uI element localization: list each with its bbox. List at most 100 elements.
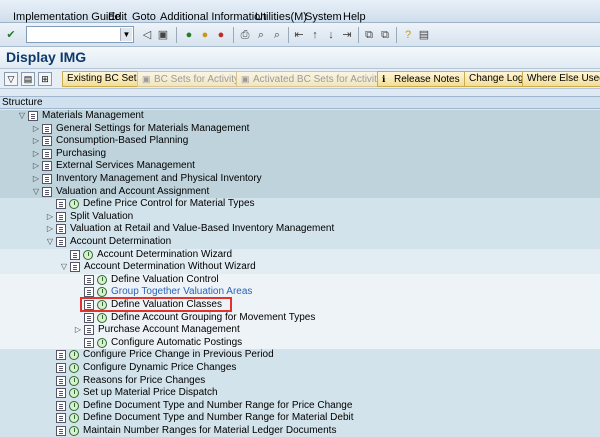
first-page-icon[interactable]: ⇤: [292, 28, 306, 42]
documentation-icon[interactable]: [84, 274, 94, 285]
tree-node-label[interactable]: Split Valuation: [70, 211, 133, 223]
documentation-icon[interactable]: [42, 136, 52, 147]
documentation-icon[interactable]: ▤: [21, 72, 35, 86]
help-icon[interactable]: ?: [401, 28, 415, 42]
tree-node[interactable]: Define Account Grouping for Movement Typ…: [0, 311, 600, 325]
cancel-icon[interactable]: ●: [214, 28, 228, 42]
documentation-icon[interactable]: [42, 123, 52, 134]
tree-node[interactable]: ▽ Account Determination Without Wizard: [0, 261, 600, 274]
documentation-icon[interactable]: [42, 148, 52, 159]
tree-node-label[interactable]: Valuation and Account Assignment: [56, 186, 209, 198]
documentation-icon[interactable]: [84, 312, 94, 323]
enter-checkmark-icon[interactable]: ✔: [4, 28, 18, 42]
tree-node-label[interactable]: Define Document Type and Number Range fo…: [83, 400, 352, 412]
expand-icon[interactable]: ▷: [74, 324, 82, 336]
tree-node-label[interactable]: Define Document Type and Number Range fo…: [83, 412, 354, 424]
menu-help[interactable]: Help: [343, 11, 366, 23]
execute-clock-icon[interactable]: [69, 375, 79, 386]
tree-node[interactable]: ▷ Purchasing: [0, 147, 600, 161]
where-else-used-button[interactable]: Where Else Used: [522, 71, 600, 87]
menu-implementation-guide[interactable]: Implementation Guide: [13, 11, 121, 23]
tree-node-label[interactable]: Maintain Number Ranges for Material Ledg…: [83, 425, 336, 437]
tree-node-label[interactable]: Account Determination Wizard: [97, 249, 232, 261]
tree-node-label[interactable]: Configure Dynamic Price Changes: [83, 362, 236, 374]
tree-node[interactable]: Configure Price Change in Previous Perio…: [0, 349, 600, 362]
back-arrow-icon[interactable]: ◁: [140, 28, 154, 42]
tree-node-label[interactable]: Consumption-Based Planning: [56, 135, 188, 147]
exit-icon[interactable]: ●: [198, 28, 212, 42]
execute-clock-icon[interactable]: [69, 400, 79, 411]
documentation-icon[interactable]: [56, 375, 66, 386]
documentation-icon[interactable]: [56, 211, 66, 222]
tree-node-label[interactable]: Purchase Account Management: [98, 324, 240, 336]
expand-icon[interactable]: ▷: [32, 160, 40, 172]
expand-icon[interactable]: ▷: [32, 148, 40, 160]
documentation-icon[interactable]: [56, 199, 66, 210]
execute-clock-icon[interactable]: [83, 249, 93, 260]
tree-node[interactable]: ▷ Consumption-Based Planning: [0, 135, 600, 148]
documentation-icon[interactable]: [56, 224, 66, 235]
tree-node-label[interactable]: General Settings for Materials Managemen…: [56, 123, 249, 135]
tree-node[interactable]: ▷ External Services Management: [0, 160, 600, 173]
menu-utilities[interactable]: Utilities(M): [255, 11, 307, 23]
tree-node[interactable]: ▷ Valuation at Retail and Value-Based Inv…: [0, 223, 600, 236]
execute-clock-icon[interactable]: [69, 199, 79, 210]
menu-edit[interactable]: Edit: [108, 11, 127, 23]
tree-node[interactable]: Set up Material Price Dispatch: [0, 387, 600, 400]
documentation-icon[interactable]: [42, 174, 52, 184]
menu-additional-information[interactable]: Additional Information: [160, 11, 266, 23]
tree-node-label[interactable]: Define Price Control for Material Types: [83, 198, 255, 210]
documentation-icon[interactable]: [56, 350, 66, 361]
find-icon[interactable]: ⌕: [254, 28, 268, 42]
release-notes-button[interactable]: ℹ Release Notes: [377, 71, 465, 87]
documentation-icon[interactable]: [56, 237, 66, 247]
tree-node[interactable]: Configure Automatic Postings: [0, 336, 600, 350]
find-next-icon[interactable]: ⌕: [270, 28, 284, 42]
tree-node[interactable]: ▽ Valuation and Account Assignment: [0, 185, 600, 199]
collapse-icon[interactable]: ▽: [32, 186, 40, 198]
tree-node-label[interactable]: Define Account Grouping for Movement Typ…: [111, 312, 315, 324]
execute-clock-icon[interactable]: [97, 274, 107, 285]
menu-goto[interactable]: Goto: [132, 11, 156, 23]
menu-system[interactable]: System: [305, 11, 342, 23]
tree-icon[interactable]: ⊞: [38, 72, 52, 86]
execute-clock-icon[interactable]: [69, 413, 79, 424]
collapse-icon[interactable]: ▽: [18, 110, 26, 122]
command-field[interactable]: ▼: [26, 26, 134, 43]
documentation-icon[interactable]: [56, 400, 66, 411]
expand-icon[interactable]: ▷: [46, 223, 54, 235]
existing-bc-sets-button[interactable]: Existing BC Sets: [62, 71, 147, 87]
activated-bc-sets-button[interactable]: ▣ Activated BC Sets for Activity: [236, 71, 387, 87]
tree-node[interactable]: Reasons for Price Changes: [0, 374, 600, 388]
command-dropdown-icon[interactable]: ▼: [120, 28, 132, 41]
tree-node-label[interactable]: External Services Management: [56, 160, 195, 172]
tree-node[interactable]: Define Valuation Classes: [0, 297, 600, 312]
execute-clock-icon[interactable]: [69, 388, 79, 399]
tree-node-label[interactable]: Materials Management: [42, 110, 144, 122]
bc-sets-for-activity-button[interactable]: ▣ BC Sets for Activity: [137, 71, 245, 87]
documentation-icon[interactable]: [56, 426, 66, 436]
tree-node-label[interactable]: Reasons for Price Changes: [83, 375, 205, 387]
tree-node[interactable]: Define Document Type and Number Range fo…: [0, 412, 600, 425]
documentation-icon[interactable]: [56, 388, 66, 399]
documentation-icon[interactable]: [42, 161, 52, 172]
back-icon[interactable]: ●: [182, 28, 196, 42]
tree-node-label[interactable]: Define Valuation Control: [111, 274, 219, 286]
execute-clock-icon[interactable]: [69, 363, 79, 373]
documentation-icon[interactable]: [70, 249, 80, 260]
execute-clock-icon[interactable]: [69, 350, 79, 361]
tree-node-label[interactable]: Valuation at Retail and Value-Based Inve…: [70, 223, 334, 235]
execute-clock-icon[interactable]: [97, 287, 107, 298]
tree-node-label[interactable]: Configure Automatic Postings: [111, 337, 242, 349]
previous-page-icon[interactable]: ↑: [308, 28, 322, 42]
next-page-icon[interactable]: ↓: [324, 28, 338, 42]
documentation-icon[interactable]: [84, 325, 94, 336]
new-session-icon[interactable]: ⧉: [362, 28, 376, 42]
tree-node[interactable]: ▷ Inventory Management and Physical Inven…: [0, 173, 600, 186]
print-icon[interactable]: ⎙: [238, 28, 252, 42]
documentation-icon[interactable]: [84, 337, 94, 348]
tree-node-label[interactable]: Inventory Management and Physical Invent…: [56, 173, 262, 185]
documentation-icon[interactable]: [56, 363, 66, 373]
tree-node-label[interactable]: Set up Material Price Dispatch: [83, 387, 218, 399]
documentation-icon[interactable]: [28, 111, 38, 121]
